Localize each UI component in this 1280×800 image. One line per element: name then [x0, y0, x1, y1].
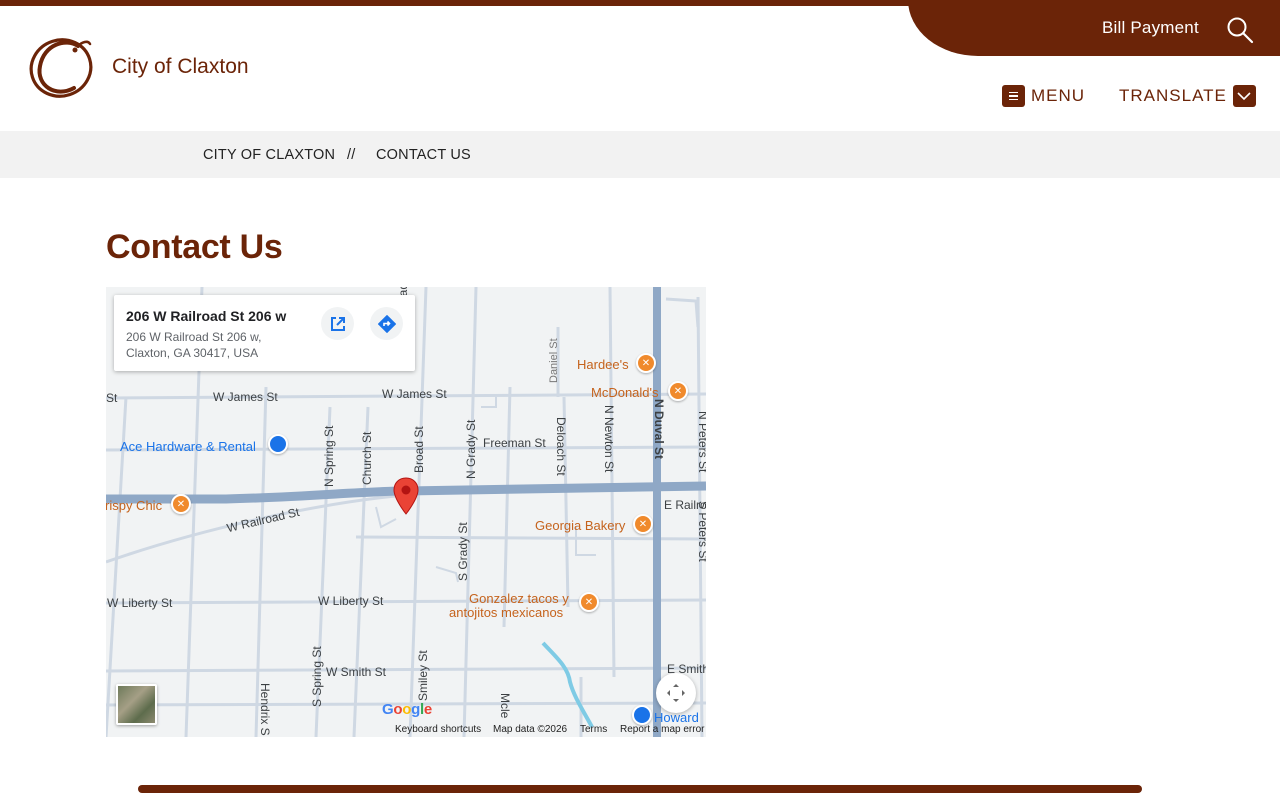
fullscreen-button[interactable] [656, 673, 696, 713]
street-label: W Liberty St [107, 596, 173, 610]
footer-divider [138, 785, 1142, 793]
menu-button[interactable]: MENU [1002, 85, 1085, 107]
translate-label: TRANSLATE [1119, 86, 1227, 105]
directions-button[interactable] [370, 307, 403, 340]
shopping-bag-icon[interactable] [268, 434, 288, 454]
street-label: Hendrix S [258, 683, 272, 736]
translate-button[interactable]: TRANSLATE [1119, 85, 1256, 107]
directions-icon [377, 314, 396, 333]
street-label: Smiley St [416, 650, 430, 701]
restaurant-icon[interactable]: ✕ [633, 514, 653, 534]
street-label: Mcle [498, 693, 512, 719]
search-icon[interactable] [1226, 16, 1254, 44]
restaurant-icon[interactable]: ✕ [636, 353, 656, 373]
city-logo[interactable] [26, 32, 96, 100]
street-label: Daniel St [548, 338, 560, 383]
breadcrumb-home-link[interactable]: CITY OF CLAXTON [203, 147, 335, 163]
street-label: W Liberty St [318, 594, 384, 608]
street-label: S Spring St [310, 646, 324, 707]
street-label: S Peters St [696, 501, 706, 562]
restaurant-icon[interactable]: ✕ [579, 592, 599, 612]
external-link-icon [330, 316, 345, 331]
breadcrumb-current: CONTACT US [376, 147, 471, 163]
street-label: N Spring St [322, 425, 336, 487]
restaurant-icon[interactable]: ✕ [668, 381, 688, 401]
breadcrumb-separator: // [347, 147, 356, 163]
header-utility-curve [908, 0, 1280, 56]
street-label: W Smith St [326, 665, 387, 679]
poi-mcdonalds-label[interactable]: McDonald's [591, 386, 659, 400]
map-data-attribution: Map data ©2026 [493, 724, 568, 735]
street-label: St [106, 391, 118, 405]
street-label: S Grady St [456, 522, 470, 581]
site-name[interactable]: City of Claxton [112, 55, 249, 79]
street-label: Church St [360, 431, 374, 485]
location-pin-icon[interactable] [393, 477, 419, 515]
keyboard-shortcuts-link[interactable]: Keyboard shortcuts [395, 724, 481, 735]
street-label: Broad St [412, 426, 426, 473]
terms-link[interactable]: Terms [580, 724, 607, 735]
chevron-down-icon [1232, 85, 1256, 107]
satellite-toggle[interactable] [116, 684, 157, 725]
open-in-maps-button[interactable] [321, 307, 354, 340]
bill-payment-link[interactable]: Bill Payment [1102, 18, 1199, 38]
street-label: Freeman St [483, 436, 546, 450]
restaurant-icon[interactable]: ✕ [171, 494, 191, 514]
breadcrumb: CITY OF CLAXTON // CONTACT US [0, 131, 1280, 178]
street-label: W James St [213, 390, 278, 404]
info-card-address: 206 W Railroad St 206 w, Claxton, GA 304… [126, 330, 262, 360]
street-label: Deloach St [554, 417, 568, 476]
fullscreen-icon [667, 684, 685, 702]
street-label: N Peters St [696, 411, 706, 473]
site-header: Bill Payment City of Claxton MENU TRANSL… [0, 0, 1280, 131]
poi-crispy-chic-label[interactable]: rispy Chic [106, 499, 162, 513]
page-title: Contact Us [106, 228, 283, 266]
map-info-card: 206 W Railroad St 206 w 206 W Railroad S… [114, 295, 415, 371]
poi-georgia-bakery-label[interactable]: Georgia Bakery [535, 519, 625, 533]
street-label: N Newton St [602, 405, 616, 473]
street-label: N Duval St [652, 399, 666, 460]
poi-ace-hardware-label[interactable]: Ace Hardware & Rental [120, 439, 256, 454]
embedded-map[interactable]: St W James St W James St Freeman St W Ra… [106, 287, 706, 737]
google-logo: Google [382, 701, 432, 718]
menu-label: MENU [1031, 86, 1086, 105]
poi-gonzalez-label-2[interactable]: antojitos mexicanos [449, 606, 563, 620]
street-label: N Grady St [464, 419, 478, 479]
street-label: W James St [382, 387, 447, 401]
shopping-bag-icon[interactable] [632, 705, 652, 725]
hamburger-icon [1002, 85, 1025, 107]
poi-hardees-label[interactable]: Hardee's [577, 358, 629, 372]
report-map-error-link[interactable]: Report a map error [620, 724, 704, 735]
info-card-title: 206 W Railroad St 206 w [126, 308, 287, 324]
poi-gonzalez-label-1[interactable]: Gonzalez tacos y [469, 592, 569, 606]
